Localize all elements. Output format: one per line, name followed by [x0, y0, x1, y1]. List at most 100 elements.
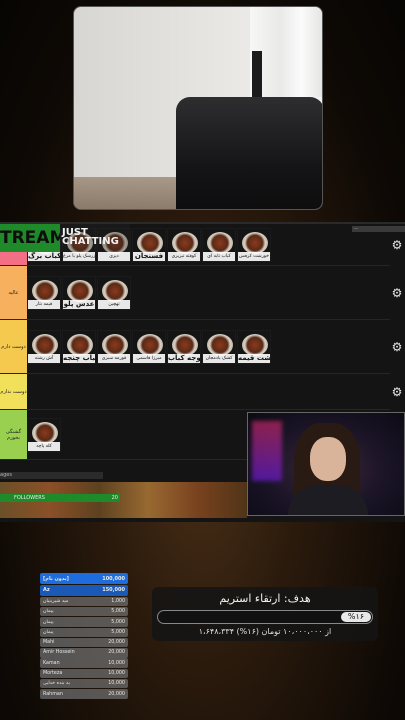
donor-amount: 20,000 [108, 640, 125, 646]
food-plate-icon [32, 334, 58, 356]
leaderboard-row: پیمان 5,000 [40, 607, 128, 617]
donor-amount: 10,000 [108, 670, 125, 676]
tier-item[interactable]: عدس پلو [62, 276, 96, 310]
tier-label: عالیه [0, 266, 27, 319]
tier-item-caption: کباب تابه ای [203, 252, 235, 261]
tier-item-caption: میرزا قاسمی [133, 354, 165, 363]
tier-item[interactable]: قورمه سبزی [97, 330, 131, 364]
tier-item[interactable]: کشک بادمجان [202, 330, 236, 364]
tier-item-caption: فسنجان [133, 252, 165, 261]
tier-item-caption: دیزی [98, 252, 130, 261]
gear-icon[interactable]: ⚙ [391, 386, 403, 398]
donor-amount: 150,000 [102, 587, 125, 594]
leaderboard-row: پیمان 5,000 [40, 617, 128, 627]
tier-item-caption: خورشت قیمه [238, 354, 270, 363]
tier-item-caption: کله پاچه [28, 442, 60, 451]
tier-item[interactable]: قیمه نثار [27, 276, 61, 310]
followers-count: 20 [111, 495, 118, 501]
food-plate-icon [172, 232, 198, 254]
goal-widget: هدف: ارتقاء استریم %۱۶ ۱،۶۴۸،۳۳۴ از ۱۰،۰… [152, 587, 378, 641]
donor-amount: 1,000 [111, 598, 125, 604]
leaderboard-row: مید شیرینیان 1,000 [40, 596, 128, 607]
followers-label: FOLLOWERS [14, 495, 45, 501]
tier-item-caption: زرشک پلو با مرغ [63, 252, 95, 261]
tier-item[interactable]: کله پاچه [27, 418, 61, 452]
tier-item[interactable]: آش رشته [27, 330, 61, 364]
streamer-cam [247, 412, 405, 516]
gear-icon[interactable]: ⚙ [391, 239, 403, 251]
webcam-feed [73, 6, 323, 210]
rgb-light [252, 421, 282, 481]
donation-leaderboard: [بدون نام] 100,000 Az 150,000 مید شیرینیان 1,… [40, 573, 128, 700]
donor-amount: 5,000 [111, 619, 125, 625]
chair-post [252, 51, 262, 103]
donor-name: Kaman [43, 660, 60, 666]
tier-item-caption: قیمه نثار [28, 300, 60, 309]
tier-label: دوست دارم [0, 320, 27, 373]
category-label: JUST CHATTING [60, 224, 130, 252]
donor-name: Mahi [43, 640, 55, 646]
tier-row: دوست دارمآش رشتهکباب چنجهقورمه سبزیمیرزا… [0, 320, 390, 374]
tier-item-caption: کشک بادمجان [203, 354, 235, 363]
stream-logo: TREAM [0, 224, 60, 252]
tier-label: دوست ندارم [0, 374, 27, 409]
donor-name: پیمان [43, 609, 54, 615]
pages-bar: ages [0, 472, 103, 479]
goal-title: هدف: ارتقاء استریم [219, 592, 311, 605]
leaderboard-row: Mahi 20,000 [40, 637, 128, 648]
stream-overlay: — کباب برگ زرشک پلو با مرغ دیزی فسنجان کوفته… [0, 0, 405, 720]
followers-bar: FOLLOWERS 20 [0, 494, 120, 502]
tier-item-caption: تهچین [98, 300, 130, 309]
leaderboard-row: Az 150,000 [40, 584, 128, 596]
tier-item[interactable]: میرزا قاسمی [132, 330, 166, 364]
tier-item[interactable]: جوجه کباب [167, 330, 201, 364]
donor-amount: 20,000 [108, 650, 125, 656]
tier-item[interactable]: خورشت کرفس [237, 228, 271, 262]
tier-item-caption: کباب چنجه [63, 354, 95, 363]
donor-amount: 5,000 [111, 609, 125, 615]
food-plate-icon [242, 232, 268, 254]
food-plate-icon [207, 334, 233, 356]
goal-percent: %۱۶ [341, 612, 371, 622]
tier-item[interactable]: فسنجان [132, 228, 166, 262]
leaderboard-row: [بدون نام] 100,000 [40, 573, 128, 584]
tier-item[interactable]: کباب چنجه [62, 330, 96, 364]
tier-item-caption: عدس پلو [63, 300, 95, 309]
donor-name: Az [43, 587, 50, 594]
goal-subtitle: ۱،۶۴۸،۳۳۴ از ۱۰،۰۰۰،۰۰۰ تومان (۱۶%) [198, 627, 332, 636]
leaderboard-row: پیمان 5,000 [40, 627, 128, 638]
tier-item-caption: خورشت کرفس [238, 252, 270, 261]
food-plate-icon [137, 334, 163, 356]
gear-icon[interactable]: ⚙ [391, 341, 403, 353]
tier-item[interactable]: کوفته تبریزی [167, 228, 201, 262]
donor-name: یه بنده خدایی [43, 681, 70, 687]
donor-name: [بدون نام] [43, 575, 69, 582]
tier-item-caption: کباب برگ [28, 252, 60, 261]
food-plate-icon [67, 280, 93, 302]
food-plate-icon [32, 280, 58, 302]
donor-name: Amir Hossein [43, 650, 75, 656]
donor-name: Morteza [43, 670, 63, 676]
food-plate-icon [242, 334, 268, 356]
donor-amount: 100,000 [102, 575, 125, 582]
leaderboard-row: یه بنده خدایی 10,000 [40, 679, 128, 689]
leaderboard-row: Kaman 10,000 [40, 658, 128, 668]
food-plate-icon [137, 232, 163, 254]
food-plate-icon [102, 280, 128, 302]
food-plate-icon [67, 334, 93, 356]
goal-progress-bar: %۱۶ [157, 610, 373, 624]
leaderboard-row: Rahman 20,000 [40, 689, 128, 699]
tier-item-caption: قورمه سبزی [98, 354, 130, 363]
leaderboard-row: Amir Hossein 20,000 [40, 648, 128, 658]
donor-name: پیمان [43, 629, 54, 635]
leaderboard-row: Morteza 10,000 [40, 668, 128, 679]
tier-list-panel: — کباب برگ زرشک پلو با مرغ دیزی فسنجان کوفته… [0, 222, 405, 522]
tier-item-caption: جوجه کباب [168, 354, 200, 363]
tier-item[interactable]: تهچین [97, 276, 131, 310]
tier-item[interactable]: خورشت قیمه [237, 330, 271, 364]
gear-icon[interactable]: ⚙ [391, 287, 403, 299]
tier-row: عالیه قیمه نثار عدس پلو تهچین [0, 266, 390, 320]
tier-item[interactable]: کباب تابه ای [202, 228, 236, 262]
tier-item-caption: کوفته تبریزی [168, 252, 200, 261]
donor-name: Rahman [43, 691, 63, 697]
